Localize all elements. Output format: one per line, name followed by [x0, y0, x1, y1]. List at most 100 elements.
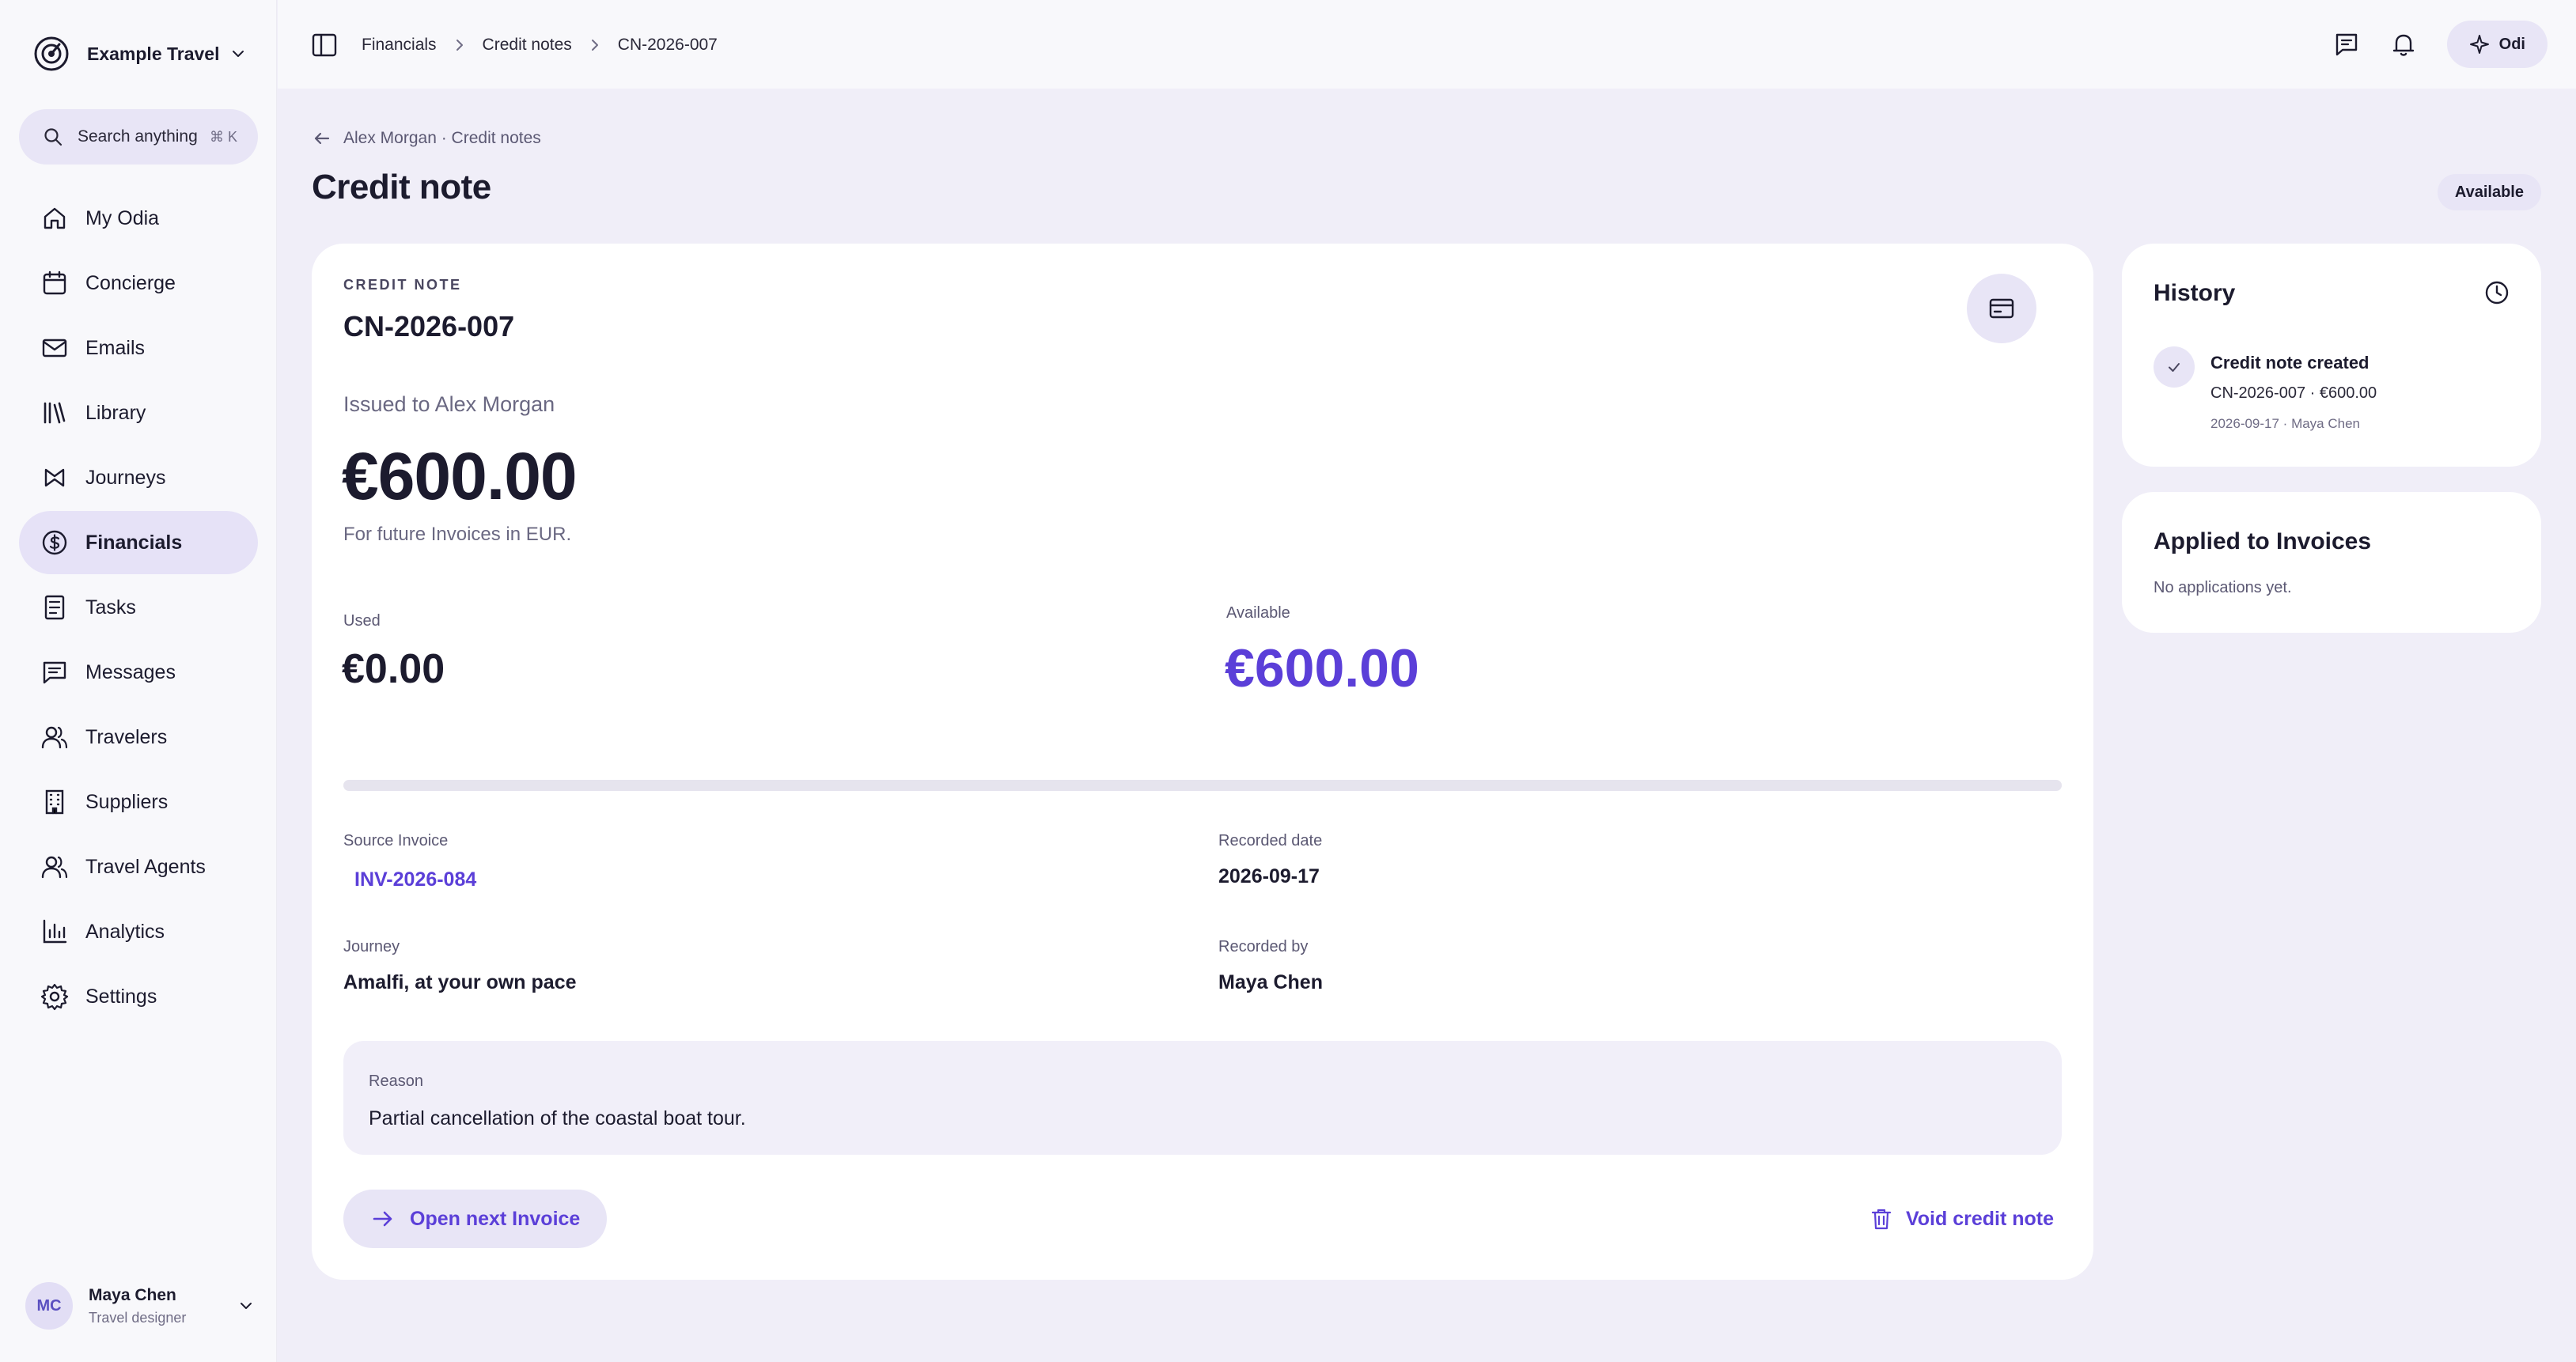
history-panel: History Credit note created CN-2026-007 …	[2122, 244, 2541, 467]
assistant-button[interactable]: Odi	[2446, 21, 2548, 68]
chevron-right-icon	[591, 40, 598, 51]
sparkle-icon	[2469, 35, 2489, 54]
search-shortcut: ⌘ K	[209, 128, 237, 145]
recorded-date-value: 2026-09-17	[1218, 865, 1320, 887]
sidebar-item-label: Travel Agents	[85, 855, 206, 878]
sidebar-item-label: Messages	[85, 660, 176, 683]
target-logo-icon	[34, 36, 69, 71]
chart-icon	[43, 919, 67, 944]
breadcrumb-financials[interactable]: Financials	[362, 36, 437, 55]
library-icon	[44, 402, 66, 424]
sidebar-item-label: Analytics	[85, 920, 165, 943]
search-icon	[44, 128, 63, 146]
home-icon	[44, 207, 66, 229]
sidebar-item-emails[interactable]: Emails	[19, 316, 258, 380]
journey-value: Amalfi, at your own pace	[343, 971, 577, 993]
applied-title: Applied to Invoices	[2154, 528, 2372, 554]
available-label: Available	[1226, 604, 1290, 622]
sidebar-item-label: My Odia	[85, 206, 160, 229]
sidebar-item-journeys[interactable]: Journeys	[19, 446, 258, 509]
back-link-label: Alex Morgan · Credit notes	[343, 129, 541, 147]
sidebar-item-analytics[interactable]: Analytics	[19, 900, 258, 963]
sidebar-item-label: Concierge	[85, 271, 176, 294]
sidebar-item-label: Journeys	[85, 466, 166, 489]
available-value: €600.00	[1225, 638, 1419, 698]
sidebar-item-my-odia[interactable]: My Odia	[19, 187, 258, 250]
avatar: MC	[25, 1282, 73, 1330]
applied-empty-text: No applications yet.	[2154, 579, 2292, 596]
sidebar-item-concierge[interactable]: Concierge	[19, 252, 258, 315]
breadcrumb-current: CN-2026-007	[617, 36, 718, 54]
bell-icon[interactable]	[2390, 31, 2417, 58]
users-icon	[41, 856, 68, 879]
source-invoice-label: Source Invoice	[343, 832, 449, 849]
reason-label: Reason	[369, 1073, 423, 1090]
sidebar-item-library[interactable]: Library	[19, 381, 258, 445]
history-event-detail: CN-2026-007 · €600.00	[2210, 384, 2377, 402]
sidebar-item-settings[interactable]: Settings	[19, 965, 258, 1028]
sidebar-item-travelers[interactable]: Travelers	[19, 706, 258, 769]
workspace-switcher[interactable]: Example Travel	[33, 35, 255, 73]
reason-text: Partial cancellation of the coastal boat…	[369, 1107, 746, 1129]
recorded-date-label: Recorded date	[1218, 832, 1323, 849]
void-credit-note-label: Void credit note	[1905, 1207, 2054, 1230]
user-menu[interactable]: MC Maya Chen Travel designer	[25, 1278, 255, 1334]
source-invoice-link[interactable]: INV-2026-084	[354, 868, 476, 891]
sidebar-item-label: Settings	[85, 985, 157, 1008]
chevron-right-icon	[456, 40, 463, 51]
assistant-label: Odi	[2498, 35, 2525, 53]
sidebar-item-label: Tasks	[85, 596, 136, 619]
sidebar-item-travel-agents[interactable]: Travel Agents	[19, 835, 258, 899]
credit-note-card: CREDIT NOTE CN-2026-007 Issued to Alex M…	[312, 244, 2093, 1280]
sidebar-item-financials[interactable]: Financials	[19, 511, 258, 574]
history-event-marker	[2154, 346, 2195, 388]
card-icon-button[interactable]	[1967, 274, 2036, 343]
reason-box: Reason Partial cancellation of the coast…	[343, 1041, 2062, 1155]
search-button[interactable]: Search anything ⌘ K	[19, 109, 258, 165]
sidebar-toggle-icon[interactable]	[311, 32, 338, 59]
status-badge: Available	[2437, 174, 2541, 210]
void-credit-note-button[interactable]: Void credit note	[1869, 1190, 2054, 1248]
back-link[interactable]: Alex Morgan · Credit notes	[312, 127, 541, 150]
page-title: Credit note	[312, 168, 491, 206]
top-bar: Financials Credit notes CN-2026-007 Odi	[278, 0, 2576, 89]
tasks-icon	[44, 595, 65, 620]
amount-note: For future Invoices in EUR.	[343, 524, 572, 545]
message-icon	[43, 661, 66, 684]
check-icon	[2169, 363, 2180, 372]
sidebar-item-label: Travelers	[85, 725, 168, 748]
trash-icon	[1871, 1209, 1892, 1230]
open-next-invoice-label: Open next Invoice	[410, 1207, 581, 1230]
sidebar-item-messages[interactable]: Messages	[19, 641, 258, 704]
user-meta: Maya Chen Travel designer	[89, 1286, 186, 1326]
journey-label: Journey	[343, 938, 400, 955]
history-event-meta: 2026-09-17 · Maya Chen	[2210, 416, 2361, 431]
card-eyebrow: CREDIT NOTE	[343, 277, 462, 293]
sidebar-nav: My Odia Concierge Emails Library Journey…	[19, 187, 258, 1030]
sidebar-item-tasks[interactable]: Tasks	[19, 576, 258, 639]
clock-icon	[2485, 281, 2509, 305]
history-event-title: Credit note created	[2210, 353, 2370, 373]
sidebar-item-suppliers[interactable]: Suppliers	[19, 770, 258, 834]
sidebar-item-label: Library	[85, 401, 146, 424]
open-next-invoice-button[interactable]: Open next Invoice	[343, 1190, 608, 1248]
sidebar-item-label: Suppliers	[85, 790, 169, 813]
sidebar-item-label: Emails	[85, 336, 146, 359]
history-title: History	[2154, 280, 2236, 306]
gear-icon	[40, 983, 69, 1011]
recorded-by-label: Recorded by	[1218, 938, 1309, 955]
breadcrumb-credit-notes[interactable]: Credit notes	[483, 36, 572, 55]
journeys-icon	[44, 468, 65, 487]
user-role: Travel designer	[89, 1309, 187, 1326]
dollar-icon	[42, 530, 67, 555]
arrow-right-icon	[373, 1211, 392, 1227]
chat-icon[interactable]	[2333, 31, 2360, 58]
applied-invoices-panel: Applied to Invoices No applications yet.	[2122, 492, 2541, 633]
breadcrumb: Financials Credit notes CN-2026-007	[362, 32, 718, 59]
credit-card-icon	[1989, 298, 2014, 319]
user-name: Maya Chen	[89, 1285, 176, 1304]
credit-note-number: CN-2026-007	[343, 310, 515, 342]
arrow-left-icon	[314, 132, 330, 145]
search-label: Search anything	[78, 127, 198, 146]
recorded-by-value: Maya Chen	[1218, 971, 1323, 993]
